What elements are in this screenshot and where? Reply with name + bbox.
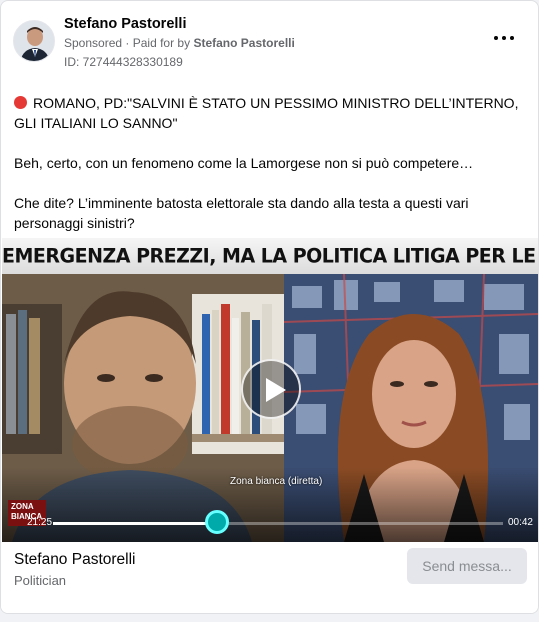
ad-card: Stefano Pastorelli Sponsored · Paid for … (0, 0, 539, 614)
more-options-icon[interactable] (492, 31, 516, 45)
author-avatar[interactable] (13, 20, 55, 62)
banner-text: EMERGENZA PREZZI, MA LA POLITICA LITIGA … (2, 244, 538, 268)
send-message-button[interactable]: Send messa... (407, 548, 527, 584)
progress-fill (53, 522, 215, 525)
paid-for-prefix: Paid for by (132, 36, 191, 50)
ad-id: ID: 727444328330189 (64, 55, 183, 69)
ad-footer: Stefano Pastorelli Politician Send messa… (1, 542, 538, 613)
page-name[interactable]: Stefano Pastorelli (14, 551, 136, 569)
current-time: 21:25 (27, 517, 53, 528)
video-banner: EMERGENZA PREZZI, MA LA POLITICA LITIGA … (2, 238, 538, 274)
end-time: 00:42 (507, 517, 533, 528)
progress-bar[interactable] (53, 522, 503, 525)
post-header: Stefano Pastorelli Sponsored · Paid for … (13, 15, 528, 71)
video-caption: Zona bianca (diretta) (230, 476, 323, 487)
sponsored-label[interactable]: Sponsored (64, 36, 122, 50)
play-icon[interactable] (241, 359, 301, 419)
sponsored-line: Sponsored · Paid for by Stefano Pastorel… (64, 36, 295, 50)
paid-for-name: Stefano Pastorelli (193, 36, 295, 50)
post-paragraph: Beh, certo, con un fenomeno come la Lamo… (14, 155, 474, 171)
avatar-image (14, 21, 54, 61)
post-paragraph: Che dite? L’imminente batosta elettorale… (14, 195, 469, 231)
post-headline-paragraph: ROMANO, PD:"SALVINI È STATO UN PESSIMO M… (14, 93, 524, 133)
post-text: ROMANO, PD:"SALVINI È STATO UN PESSIMO M… (14, 93, 524, 253)
progress-handle[interactable] (205, 510, 229, 534)
page-category: Politician (14, 573, 67, 588)
red-circle-icon (14, 96, 27, 109)
post-headline: ROMANO, PD:"SALVINI È STATO UN PESSIMO M… (14, 95, 519, 131)
video-player[interactable]: EMERGENZA PREZZI, MA LA POLITICA LITIGA … (2, 238, 538, 542)
separator-dot: · (125, 36, 133, 50)
author-name[interactable]: Stefano Pastorelli (64, 16, 186, 32)
